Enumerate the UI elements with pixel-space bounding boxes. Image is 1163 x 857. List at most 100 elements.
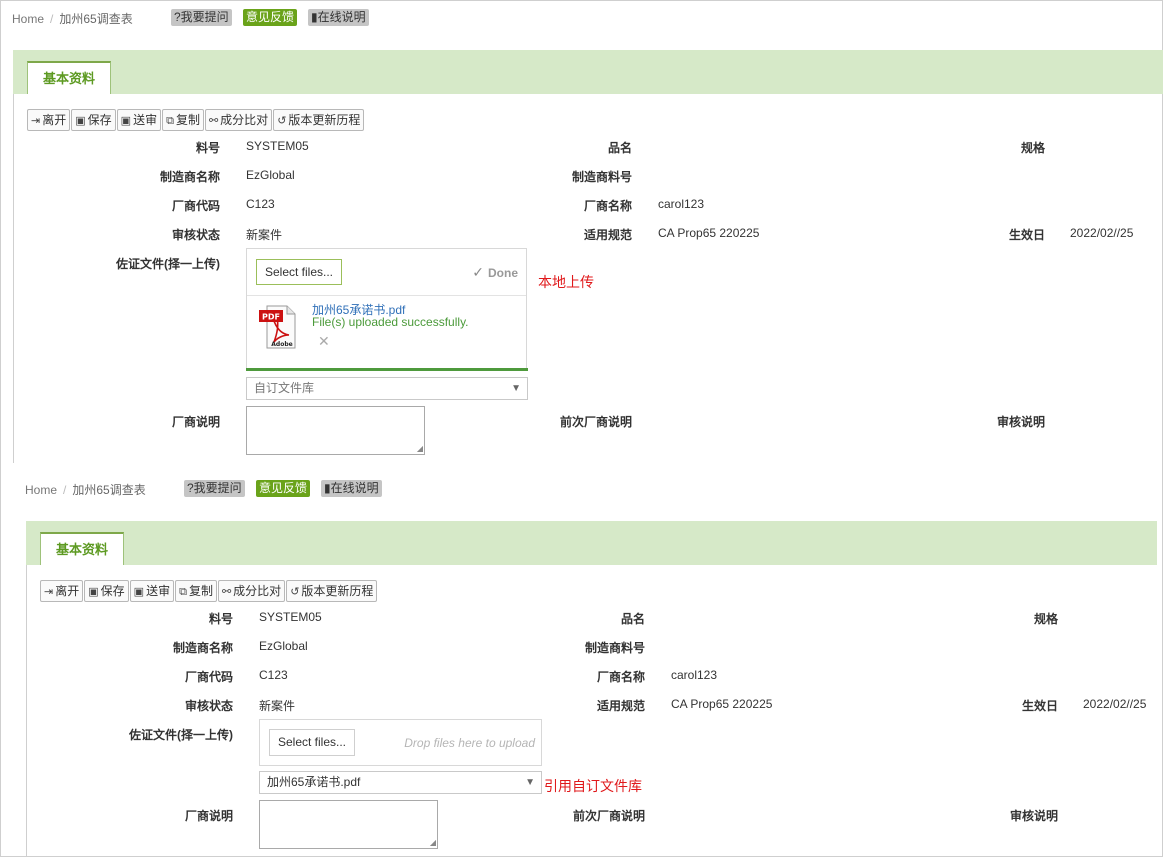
breadcrumb-home[interactable]: Home xyxy=(25,483,57,497)
vendor-note-textarea[interactable]: ◢ xyxy=(246,406,425,455)
check-icon: ✓ xyxy=(472,264,484,280)
vendor-code-value: C123 xyxy=(246,197,275,211)
vendor-note-label: 厂商说明 xyxy=(171,415,220,429)
breadcrumb-current: 加州65调查表 xyxy=(72,483,146,497)
maker-name-value: EzGlobal xyxy=(246,168,295,182)
save-icon: ▣ xyxy=(75,115,86,127)
copy-button[interactable]: ⧉ 复制 xyxy=(162,109,204,131)
submit-label: 送审 xyxy=(146,584,171,598)
compare-button[interactable]: ⚯ 成分比对 xyxy=(204,109,273,131)
tab-basic-info[interactable]: 基本资料 xyxy=(27,61,111,94)
remove-file-icon[interactable]: ✕ xyxy=(318,333,330,350)
save-button[interactable]: ▣ 保存 xyxy=(84,580,129,602)
submit-label: 送审 xyxy=(133,113,158,127)
copy-label: 复制 xyxy=(188,584,213,598)
copy-icon: ⧉ xyxy=(166,115,174,127)
upload-progress-bar xyxy=(246,368,528,371)
submit-icon: ▣ xyxy=(133,586,145,598)
item-no-value: SYSTEM05 xyxy=(246,139,309,153)
panel-library-reference: Home / 加州65调查表 ?我要提问 意见反馈 ▮在线说明 基本资料 ⇥ 离开 ▣ 保… xyxy=(13,471,1163,857)
upload-status-text: File(s) uploaded successfully. xyxy=(312,315,469,329)
vendor-name-value: carol123 xyxy=(658,197,705,211)
history-icon: ↺ xyxy=(290,586,300,598)
maker-name-value: EzGlobal xyxy=(259,639,308,653)
book-icon: ▮ xyxy=(324,481,331,495)
submit-review-button[interactable]: ▣ 送审 xyxy=(116,109,162,131)
content-border xyxy=(26,565,27,857)
maker-item-label: 制造商料号 xyxy=(584,641,645,655)
online-help-button[interactable]: ▮在线说明 xyxy=(321,480,382,497)
save-label: 保存 xyxy=(87,113,112,127)
ask-question-button[interactable]: ?我要提问 xyxy=(184,480,245,497)
online-help-label: 在线说明 xyxy=(317,10,366,24)
item-no-label: 料号 xyxy=(195,141,220,155)
prev-vendor-note-label: 前次厂商说明 xyxy=(559,415,632,429)
chevron-down-icon: ▼ xyxy=(511,383,521,394)
svg-text:PDF: PDF xyxy=(262,313,280,322)
history-label: 版本更新历程 xyxy=(288,113,361,127)
chevron-down-icon: ▼ xyxy=(525,777,535,788)
library-reference-note: 引用自订文件库 xyxy=(544,779,642,795)
review-status-label: 审核状态 xyxy=(171,228,220,242)
resize-grip-icon[interactable]: ◢ xyxy=(417,445,423,453)
history-label: 版本更新历程 xyxy=(301,584,374,598)
online-help-button[interactable]: ▮在线说明 xyxy=(308,9,369,26)
tab-basic-info[interactable]: 基本资料 xyxy=(40,532,124,565)
compare-button[interactable]: ⚯ 成分比对 xyxy=(217,580,286,602)
upload-done-status: ✓ Done xyxy=(472,264,518,281)
leave-button[interactable]: ⇥ 离开 xyxy=(40,580,84,602)
online-help-label: 在线说明 xyxy=(330,481,379,495)
feedback-button[interactable]: 意见反馈 xyxy=(243,9,298,26)
vendor-name-value: carol123 xyxy=(671,668,718,682)
save-label: 保存 xyxy=(100,584,125,598)
select-files-button[interactable]: Select files... xyxy=(269,729,355,756)
toolbar: ⇥ 离开 ▣ 保存 ▣ 送审 ⧉ 复制 ⚯ 成分比对 ↺ 版本更新历程 xyxy=(40,580,378,602)
maker-name-label: 制造商名称 xyxy=(159,170,220,184)
vendor-name-label: 厂商名称 xyxy=(596,670,645,684)
feedback-button[interactable]: 意见反馈 xyxy=(256,480,311,497)
leave-label: 离开 xyxy=(42,113,67,127)
product-name-label: 品名 xyxy=(620,612,645,626)
maker-item-label: 制造商料号 xyxy=(571,170,632,184)
effective-date-label: 生效日 xyxy=(1008,228,1045,242)
review-status-value: 新案件 xyxy=(259,699,296,713)
copy-button[interactable]: ⧉ 复制 xyxy=(175,580,217,602)
regulation-value: CA Prop65 220225 xyxy=(671,697,773,711)
done-label: Done xyxy=(488,266,518,280)
submit-review-button[interactable]: ▣ 送审 xyxy=(129,580,175,602)
maker-name-label: 制造商名称 xyxy=(172,641,233,655)
effective-date-value: 2022/02//25 xyxy=(1070,226,1134,240)
review-status-value: 新案件 xyxy=(246,228,283,242)
panel-local-upload: Home / 加州65调查表 ?我要提问 意见反馈 ▮在线说明 基本资料 ⇥ 离开 ▣ 保… xyxy=(0,0,1163,463)
leave-button[interactable]: ⇥ 离开 xyxy=(27,109,71,131)
version-history-button[interactable]: ↺ 版本更新历程 xyxy=(286,580,378,602)
file-library-value: 加州65承诺书.pdf xyxy=(267,775,361,789)
drop-hint: Drop files here to upload xyxy=(404,736,535,750)
breadcrumb-separator: / xyxy=(50,12,54,26)
drop-zone[interactable]: Select files... Drop files here to uploa… xyxy=(259,719,542,766)
breadcrumb: Home / 加州65调查表 xyxy=(25,481,146,498)
compare-label: 成分比对 xyxy=(233,584,282,598)
vendor-note-textarea[interactable]: ◢ xyxy=(259,800,438,849)
file-library-select[interactable]: 加州65承诺书.pdf ▼ xyxy=(259,771,542,794)
save-button[interactable]: ▣ 保存 xyxy=(71,109,116,131)
ask-question-button[interactable]: ?我要提问 xyxy=(171,9,232,26)
vendor-code-value: C123 xyxy=(259,668,288,682)
link-icon: ⚯ xyxy=(208,115,219,127)
vendor-note-label: 厂商说明 xyxy=(184,809,233,823)
leave-label: 离开 xyxy=(55,584,80,598)
upload-widget: Select files... ✓ Done PDF Adobe 加州65承诺书.… xyxy=(246,248,527,369)
review-note-label: 审核说明 xyxy=(1009,809,1058,823)
exit-icon: ⇥ xyxy=(31,115,41,127)
compare-label: 成分比对 xyxy=(220,113,269,127)
resize-grip-icon[interactable]: ◢ xyxy=(430,839,436,847)
vendor-code-label: 厂商代码 xyxy=(184,670,233,684)
link-icon: ⚯ xyxy=(221,586,232,598)
file-library-select[interactable]: 自订文件库 ▼ xyxy=(246,377,528,400)
select-files-button[interactable]: Select files... xyxy=(256,259,342,285)
version-history-button[interactable]: ↺ 版本更新历程 xyxy=(273,109,365,131)
spec-label: 规格 xyxy=(1033,612,1058,626)
submit-icon: ▣ xyxy=(120,115,132,127)
book-icon: ▮ xyxy=(311,10,318,24)
breadcrumb-home[interactable]: Home xyxy=(12,12,44,26)
